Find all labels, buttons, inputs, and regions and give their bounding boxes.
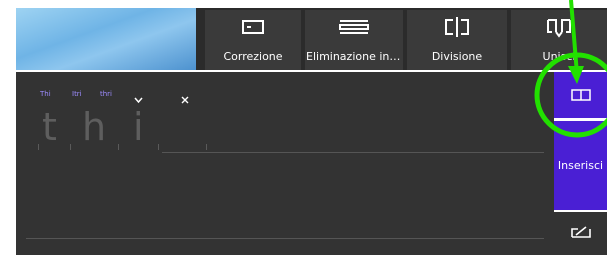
writing-baseline — [162, 152, 544, 153]
recognized-char-h[interactable]: h — [82, 108, 106, 146]
join-label: Unisci — [542, 50, 576, 63]
char-separator — [118, 144, 119, 150]
handwriting-pen-button[interactable] — [554, 212, 607, 255]
strike-delete-button[interactable]: Eliminazione in c.. — [305, 10, 403, 70]
correction-button[interactable]: Correzione — [205, 10, 301, 70]
strikethrough-delete-icon — [336, 16, 372, 38]
char-separator — [206, 144, 207, 150]
suggestion-1[interactable]: Thi — [40, 90, 51, 98]
split-button[interactable]: Divisione — [407, 10, 507, 70]
correction-label: Correzione — [223, 50, 283, 63]
recognized-char-i[interactable]: i — [133, 108, 144, 146]
correction-icon — [241, 16, 265, 38]
char-separator — [158, 144, 159, 150]
split-icon — [442, 16, 472, 38]
close-icon[interactable] — [181, 89, 189, 108]
split-label: Divisione — [431, 50, 483, 63]
handwriting-panel[interactable]: Thi Itri thri t h i — [16, 72, 554, 255]
recognized-char-t[interactable]: t — [42, 108, 57, 146]
join-icon — [544, 16, 574, 38]
insert-button[interactable]: Inserisci — [554, 121, 607, 210]
suggestion-2[interactable]: Itri — [72, 90, 82, 98]
suggestion-3[interactable]: thri — [100, 90, 112, 98]
keyboard-layout-button[interactable] — [554, 72, 607, 118]
keyboard-layout-icon — [570, 86, 591, 105]
join-button[interactable]: Unisci — [511, 10, 607, 70]
strike-delete-label: Eliminazione in c.. — [306, 50, 402, 63]
insert-label: Inserisci — [557, 159, 604, 172]
background-image — [16, 8, 196, 70]
writing-baseline-bottom — [26, 238, 544, 239]
handwriting-pen-icon — [570, 224, 592, 243]
char-separator — [70, 144, 71, 150]
char-separator — [38, 144, 39, 150]
